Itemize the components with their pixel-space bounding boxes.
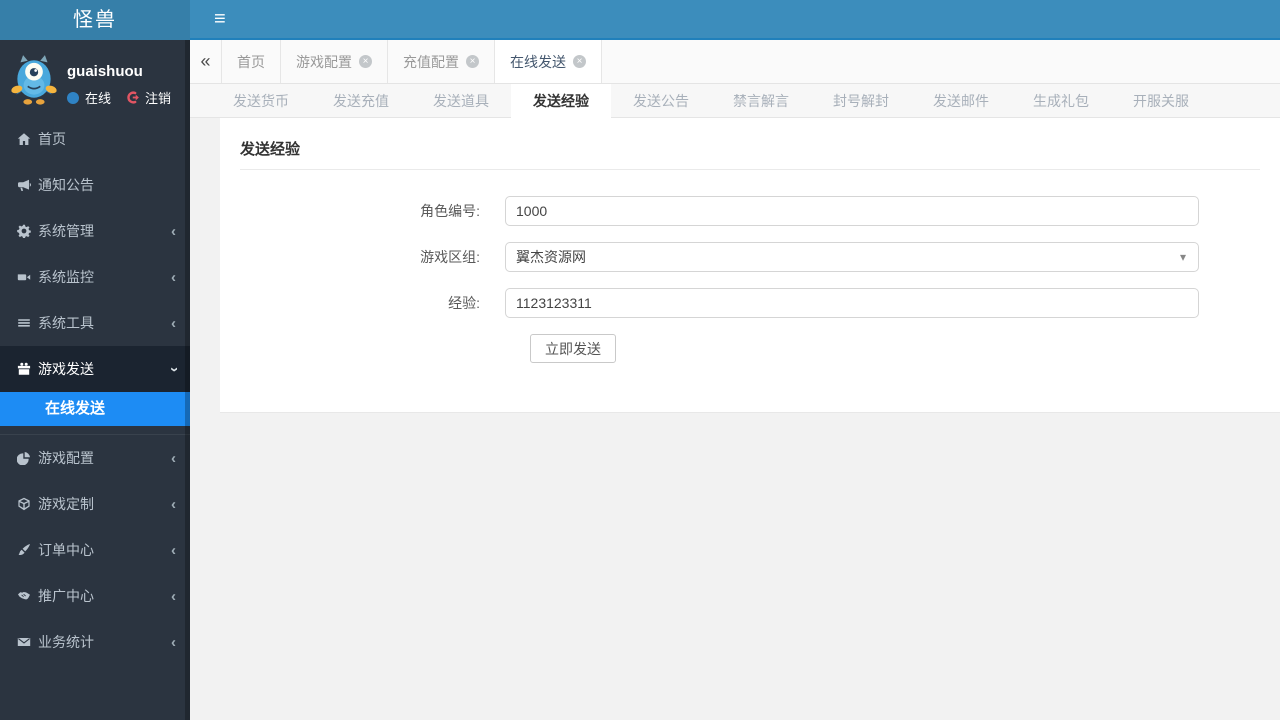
page-tabs-bar: « 首页 游戏配置 × 充值配置 × 在线发送 × <box>190 40 1280 84</box>
tab-mute-unmute[interactable]: 禁言解言 <box>711 84 811 118</box>
game-zone-label: 游戏区组: <box>420 249 480 265</box>
sidebar-item-system-tools[interactable]: 系统工具 ‹ <box>0 300 190 346</box>
handshake-icon <box>17 589 31 603</box>
sidebar-submenu: 在线发送 <box>0 392 190 435</box>
sidebar-item-label: 通知公告 <box>38 177 94 193</box>
sidebar-item-order-center[interactable]: 订单中心 ‹ <box>0 527 190 573</box>
sidebar-item-label: 首页 <box>38 131 66 147</box>
sidebar: guaishuou 在线 注销 首页 通知公告 系统管理 ‹ 系统监控 ‹ 系统… <box>0 40 190 720</box>
gear-icon <box>17 224 31 238</box>
role-id-label: 角色编号: <box>420 203 480 219</box>
role-id-input[interactable] <box>505 196 1199 226</box>
chevron-left-icon: ‹ <box>171 222 176 240</box>
tab-send-notice[interactable]: 发送公告 <box>611 84 711 118</box>
sidebar-item-label: 系统监控 <box>38 269 94 285</box>
page-tab-online-send[interactable]: 在线发送 × <box>495 40 602 83</box>
send-exp-panel: 发送经验 角色编号: 游戏区组: 翼杰资源网 ▾ 经验: 立即发送 <box>220 118 1280 413</box>
sidebar-item-label: 游戏发送 <box>38 361 94 377</box>
chevron-left-icon: ‹ <box>171 495 176 513</box>
user-panel: guaishuou 在线 注销 <box>0 40 190 116</box>
envelope-icon <box>17 635 31 649</box>
sidebar-toggle-icon[interactable]: ≡ <box>214 9 226 29</box>
navbar-bar: ≡ <box>190 0 1280 40</box>
tab-send-recharge[interactable]: 发送充值 <box>311 84 411 118</box>
tab-generate-gift[interactable]: 生成礼包 <box>1011 84 1111 118</box>
cube-icon <box>17 497 31 511</box>
tabs-collapse-button[interactable]: « <box>190 40 222 83</box>
chevron-left-icon: ‹ <box>171 449 176 467</box>
sidebar-item-label: 游戏配置 <box>38 450 94 466</box>
avatar <box>11 55 57 105</box>
function-tabs-bar: 发送货币 发送充值 发送道具 发送经验 发送公告 禁言解言 封号解封 发送邮件 … <box>190 84 1280 118</box>
home-icon <box>17 132 31 146</box>
username: guaishuou <box>67 63 143 80</box>
top-navbar: 怪兽 ≡ <box>0 0 1280 40</box>
chevron-left-icon: ‹ <box>171 633 176 651</box>
divider <box>240 169 1260 170</box>
sidebar-item-promotion-center[interactable]: 推广中心 ‹ <box>0 573 190 619</box>
online-status-icon <box>67 91 79 104</box>
sidebar-item-game-config[interactable]: 游戏配置 ‹ <box>0 435 190 481</box>
sidebar-item-home[interactable]: 首页 <box>0 116 190 162</box>
online-status-label: 在线 <box>85 91 112 106</box>
page-tab-recharge-config[interactable]: 充值配置 × <box>388 40 495 83</box>
sidebar-item-business-stats[interactable]: 业务统计 ‹ <box>0 619 190 665</box>
send-exp-form: 角色编号: 游戏区组: 翼杰资源网 ▾ 经验: 立即发送 <box>240 196 1260 363</box>
sidebar-item-game-send[interactable]: 游戏发送 ‹ <box>0 346 190 392</box>
exp-label: 经验: <box>448 295 480 311</box>
sidebar-item-label: 系统管理 <box>38 223 94 239</box>
game-zone-select[interactable]: 翼杰资源网 ▾ <box>505 242 1199 272</box>
close-icon[interactable]: × <box>573 55 586 68</box>
page-tab-label: 在线发送 <box>510 53 566 70</box>
sidebar-item-notice[interactable]: 通知公告 <box>0 162 190 208</box>
chevron-left-icon: ‹ <box>171 314 176 332</box>
sidebar-item-label: 订单中心 <box>38 542 94 558</box>
user-info: guaishuou 在线 注销 <box>67 53 171 116</box>
chevron-down-icon: ‹ <box>165 366 182 372</box>
send-now-button[interactable]: 立即发送 <box>530 334 616 363</box>
caret-down-icon: ▾ <box>1179 250 1186 264</box>
sidebar-item-system-monitor[interactable]: 系统监控 ‹ <box>0 254 190 300</box>
tab-send-exp[interactable]: 发送经验 <box>511 84 611 118</box>
sidebar-item-game-custom[interactable]: 游戏定制 ‹ <box>0 481 190 527</box>
tab-send-mail[interactable]: 发送邮件 <box>911 84 1011 118</box>
exp-input[interactable] <box>505 288 1199 318</box>
bullhorn-icon <box>17 178 31 192</box>
sidebar-item-label: 游戏定制 <box>38 496 94 512</box>
tab-send-currency[interactable]: 发送货币 <box>211 84 311 118</box>
main-content: « 首页 游戏配置 × 充值配置 × 在线发送 × 发送货币 发送充值 发送道具… <box>190 40 1280 720</box>
brush-icon <box>17 543 31 557</box>
panel-title: 发送经验 <box>240 141 301 158</box>
sidebar-subitem-online-send[interactable]: 在线发送 <box>0 392 190 426</box>
chevron-left-icon: ‹ <box>171 587 176 605</box>
page-tab-game-config[interactable]: 游戏配置 × <box>281 40 388 83</box>
page-tab-label: 充值配置 <box>403 53 459 70</box>
sign-out-icon <box>127 91 139 104</box>
dashboard-icon <box>17 451 31 465</box>
chevron-left-icon: ‹ <box>171 541 176 559</box>
close-icon[interactable]: × <box>466 55 479 68</box>
sidebar-item-label: 推广中心 <box>38 588 94 604</box>
tab-send-item[interactable]: 发送道具 <box>411 84 511 118</box>
sidebar-item-label: 业务统计 <box>38 634 94 650</box>
chevron-left-icon: ‹ <box>171 268 176 286</box>
tab-ban-unban[interactable]: 封号解封 <box>811 84 911 118</box>
sidebar-item-label: 系统工具 <box>38 315 94 331</box>
logout-button[interactable]: 注销 <box>127 88 171 107</box>
tab-open-close-server[interactable]: 开服关服 <box>1111 84 1211 118</box>
gift-icon <box>17 362 31 376</box>
close-icon[interactable]: × <box>359 55 372 68</box>
page-tab-label: 首页 <box>237 53 265 70</box>
app-logo: 怪兽 <box>0 0 190 40</box>
page-tab-home[interactable]: 首页 <box>222 40 281 83</box>
list-icon <box>17 316 31 330</box>
logout-label: 注销 <box>145 91 172 106</box>
page-tab-label: 游戏配置 <box>296 53 352 70</box>
game-zone-selected-value: 翼杰资源网 <box>516 249 586 265</box>
video-camera-icon <box>17 270 31 284</box>
sidebar-menu: 首页 通知公告 系统管理 ‹ 系统监控 ‹ 系统工具 ‹ 游戏发送 ‹ 在线发送 <box>0 116 190 665</box>
sidebar-item-system-admin[interactable]: 系统管理 ‹ <box>0 208 190 254</box>
